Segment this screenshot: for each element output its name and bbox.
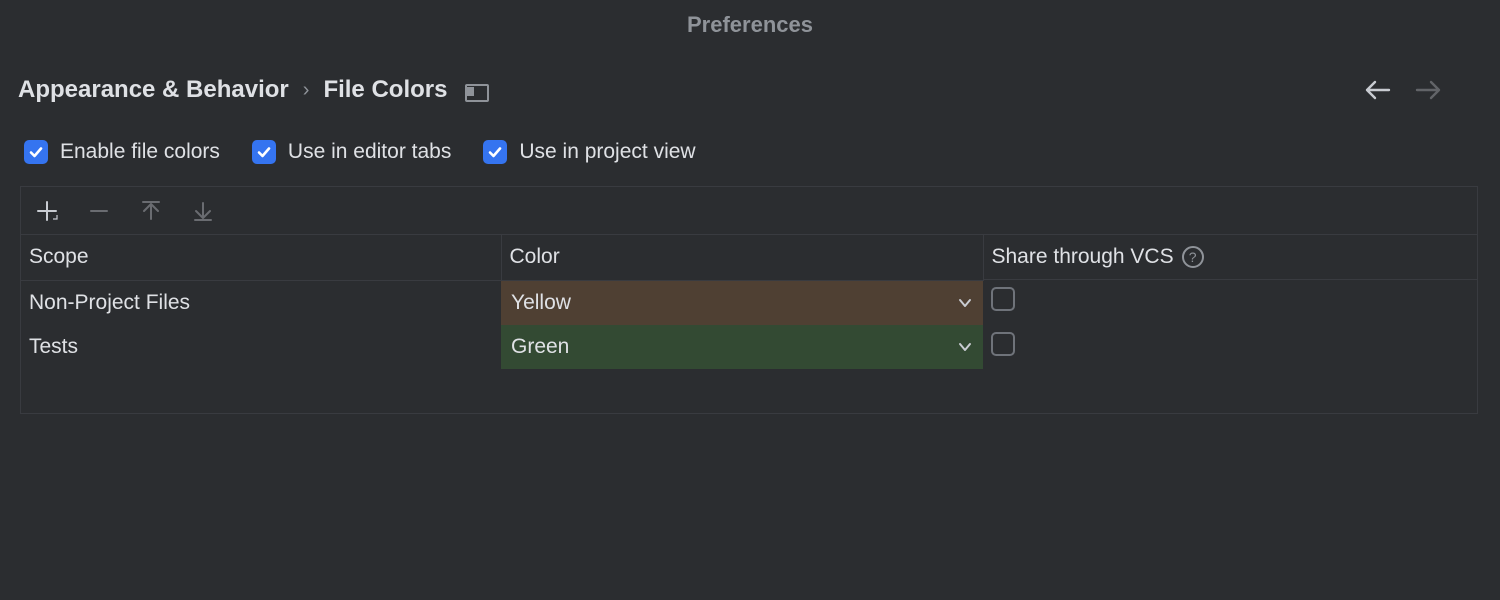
checkbox-box-icon bbox=[252, 140, 276, 164]
checkbox-label: Use in project view bbox=[519, 140, 695, 164]
cell-share[interactable] bbox=[983, 325, 1477, 369]
nav-arrows bbox=[1364, 76, 1482, 104]
add-button[interactable] bbox=[33, 197, 61, 225]
chevron-down-icon bbox=[957, 339, 973, 355]
checkbox-use-in-editor-tabs[interactable]: Use in editor tabs bbox=[252, 140, 451, 164]
move-down-button[interactable] bbox=[189, 197, 217, 225]
table-row[interactable]: Tests Green bbox=[21, 325, 1477, 369]
color-dropdown[interactable]: Yellow bbox=[501, 281, 983, 325]
nav-back-button[interactable] bbox=[1364, 76, 1392, 104]
cell-color[interactable]: Yellow bbox=[501, 280, 983, 325]
options-row: Enable file colors Use in editor tabs Us… bbox=[0, 122, 1500, 182]
checkbox-use-in-project-view[interactable]: Use in project view bbox=[483, 140, 695, 164]
share-checkbox[interactable] bbox=[991, 332, 1015, 356]
cell-scope[interactable]: Non-Project Files bbox=[21, 280, 501, 325]
header-share-label: Share through VCS bbox=[992, 245, 1174, 269]
table-toolbar bbox=[21, 187, 1477, 235]
table-row[interactable]: Non-Project Files Yellow bbox=[21, 280, 1477, 325]
chevron-down-icon bbox=[957, 295, 973, 311]
remove-button[interactable] bbox=[85, 197, 113, 225]
move-up-button[interactable] bbox=[137, 197, 165, 225]
cell-scope[interactable]: Tests bbox=[21, 325, 501, 369]
window-title: Preferences bbox=[0, 0, 1500, 48]
breadcrumb-separator: › bbox=[303, 79, 310, 102]
checkbox-box-icon bbox=[24, 140, 48, 164]
header-scope[interactable]: Scope bbox=[21, 235, 501, 280]
file-colors-table: Scope Color Share through VCS ? Non-Proj… bbox=[21, 235, 1477, 413]
header-color[interactable]: Color bbox=[501, 235, 983, 280]
color-name: Green bbox=[511, 335, 569, 359]
file-colors-table-wrap: Scope Color Share through VCS ? Non-Proj… bbox=[20, 186, 1478, 414]
help-icon[interactable]: ? bbox=[1182, 246, 1204, 268]
table-header-row: Scope Color Share through VCS ? bbox=[21, 235, 1477, 280]
breadcrumb-current: File Colors bbox=[323, 76, 447, 104]
table-empty-row bbox=[21, 369, 1477, 413]
detach-window-icon[interactable] bbox=[465, 81, 487, 99]
checkbox-label: Use in editor tabs bbox=[288, 140, 451, 164]
header-share[interactable]: Share through VCS ? bbox=[984, 235, 1478, 280]
breadcrumb: Appearance & Behavior › File Colors bbox=[0, 48, 1500, 122]
color-name: Yellow bbox=[511, 291, 571, 315]
share-checkbox[interactable] bbox=[991, 287, 1015, 311]
cell-color[interactable]: Green bbox=[501, 325, 983, 369]
checkbox-label: Enable file colors bbox=[60, 140, 220, 164]
checkbox-box-icon bbox=[483, 140, 507, 164]
checkbox-enable-file-colors[interactable]: Enable file colors bbox=[24, 140, 220, 164]
cell-share[interactable] bbox=[983, 280, 1477, 325]
breadcrumb-parent[interactable]: Appearance & Behavior bbox=[18, 76, 289, 104]
color-dropdown[interactable]: Green bbox=[501, 325, 983, 369]
nav-forward-button[interactable] bbox=[1414, 76, 1442, 104]
